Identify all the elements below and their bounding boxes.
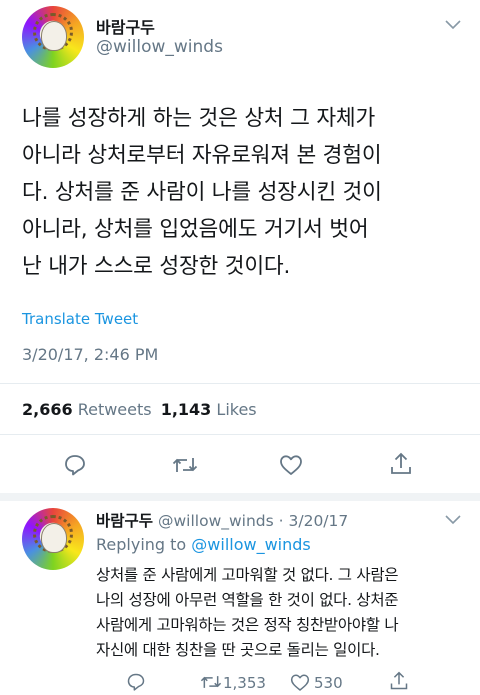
share-icon[interactable]: [389, 451, 413, 477]
replying-to: Replying to @willow_winds: [96, 535, 311, 554]
reply-display-name[interactable]: 바람구두: [96, 512, 153, 530]
chevron-down-icon[interactable]: [445, 20, 461, 30]
avatar[interactable]: [22, 6, 84, 68]
retweets-count[interactable]: 2,666: [22, 400, 73, 419]
reply-text-line: 상처를 준 사람에게 고마워할 것 없다. 그 사람은: [96, 566, 399, 584]
tweet-text-line: 난 내가 스스로 성장한 것이다.: [22, 254, 291, 279]
tweet-text-line: 다. 상처를 준 사람이 나를 성장시킨 것이: [22, 180, 382, 205]
reply-text-line: 나의 성장에 아무런 역할을 한 것이 없다. 상처준: [96, 591, 399, 609]
reply-handle-date[interactable]: @willow_winds · 3/20/17: [158, 512, 348, 530]
replying-to-handle[interactable]: @willow_winds: [191, 535, 310, 554]
chevron-down-icon[interactable]: [445, 515, 461, 525]
reply-text-line: 자신에 대한 칭찬을 딴 곳으로 돌리는 일이다.: [96, 641, 380, 659]
tweet-text-line: 아니라 상처로부터 자유로워져 본 경험이: [22, 143, 382, 168]
tweet-text-line: 아니라, 상처를 입었음에도 거기서 벗어: [22, 217, 369, 242]
divider: [0, 383, 480, 384]
likes-count[interactable]: 1,143: [161, 400, 212, 419]
tweet-timestamp[interactable]: 3/20/17, 2:46 PM: [22, 345, 158, 364]
reply-icon[interactable]: [126, 672, 146, 692]
retweet-icon[interactable]: [172, 453, 198, 477]
reply-icon[interactable]: [63, 453, 87, 477]
reply-text-line: 사람에게 고마워하는 것은 정작 칭찬받아야할 나: [96, 616, 399, 634]
retweet-icon[interactable]: [200, 672, 222, 692]
tweet-stats: 2,666 Retweets 1,143 Likes: [22, 400, 257, 419]
reply-text: 상처를 준 사람에게 고마워할 것 없다. 그 사람은 나의 성장에 아무런 역…: [96, 563, 474, 663]
reply-likes-count[interactable]: 530: [314, 674, 343, 692]
handle[interactable]: @willow_winds: [96, 37, 223, 57]
display-name[interactable]: 바람구두: [96, 14, 155, 38]
retweets-label[interactable]: Retweets: [78, 400, 152, 419]
translate-tweet-link[interactable]: Translate Tweet: [22, 310, 138, 328]
likes-label[interactable]: Likes: [216, 400, 256, 419]
tweet-text: 나를 성장하게 하는 것은 상처 그 자체가 아니라 상처로부터 자유로워져 본…: [22, 100, 472, 285]
replying-to-label: Replying to: [96, 535, 187, 554]
like-icon[interactable]: [290, 673, 310, 692]
reply-avatar[interactable]: [22, 508, 84, 570]
divider: [0, 434, 480, 435]
share-icon[interactable]: [389, 670, 409, 692]
reply-retweets-count[interactable]: 1,353: [223, 674, 266, 692]
tweet-text-line: 나를 성장하게 하는 것은 상처 그 자체가: [22, 106, 376, 131]
like-icon[interactable]: [279, 454, 303, 476]
reply-header: 바람구두 @willow_winds · 3/20/17: [96, 509, 348, 531]
divider: [0, 493, 480, 501]
